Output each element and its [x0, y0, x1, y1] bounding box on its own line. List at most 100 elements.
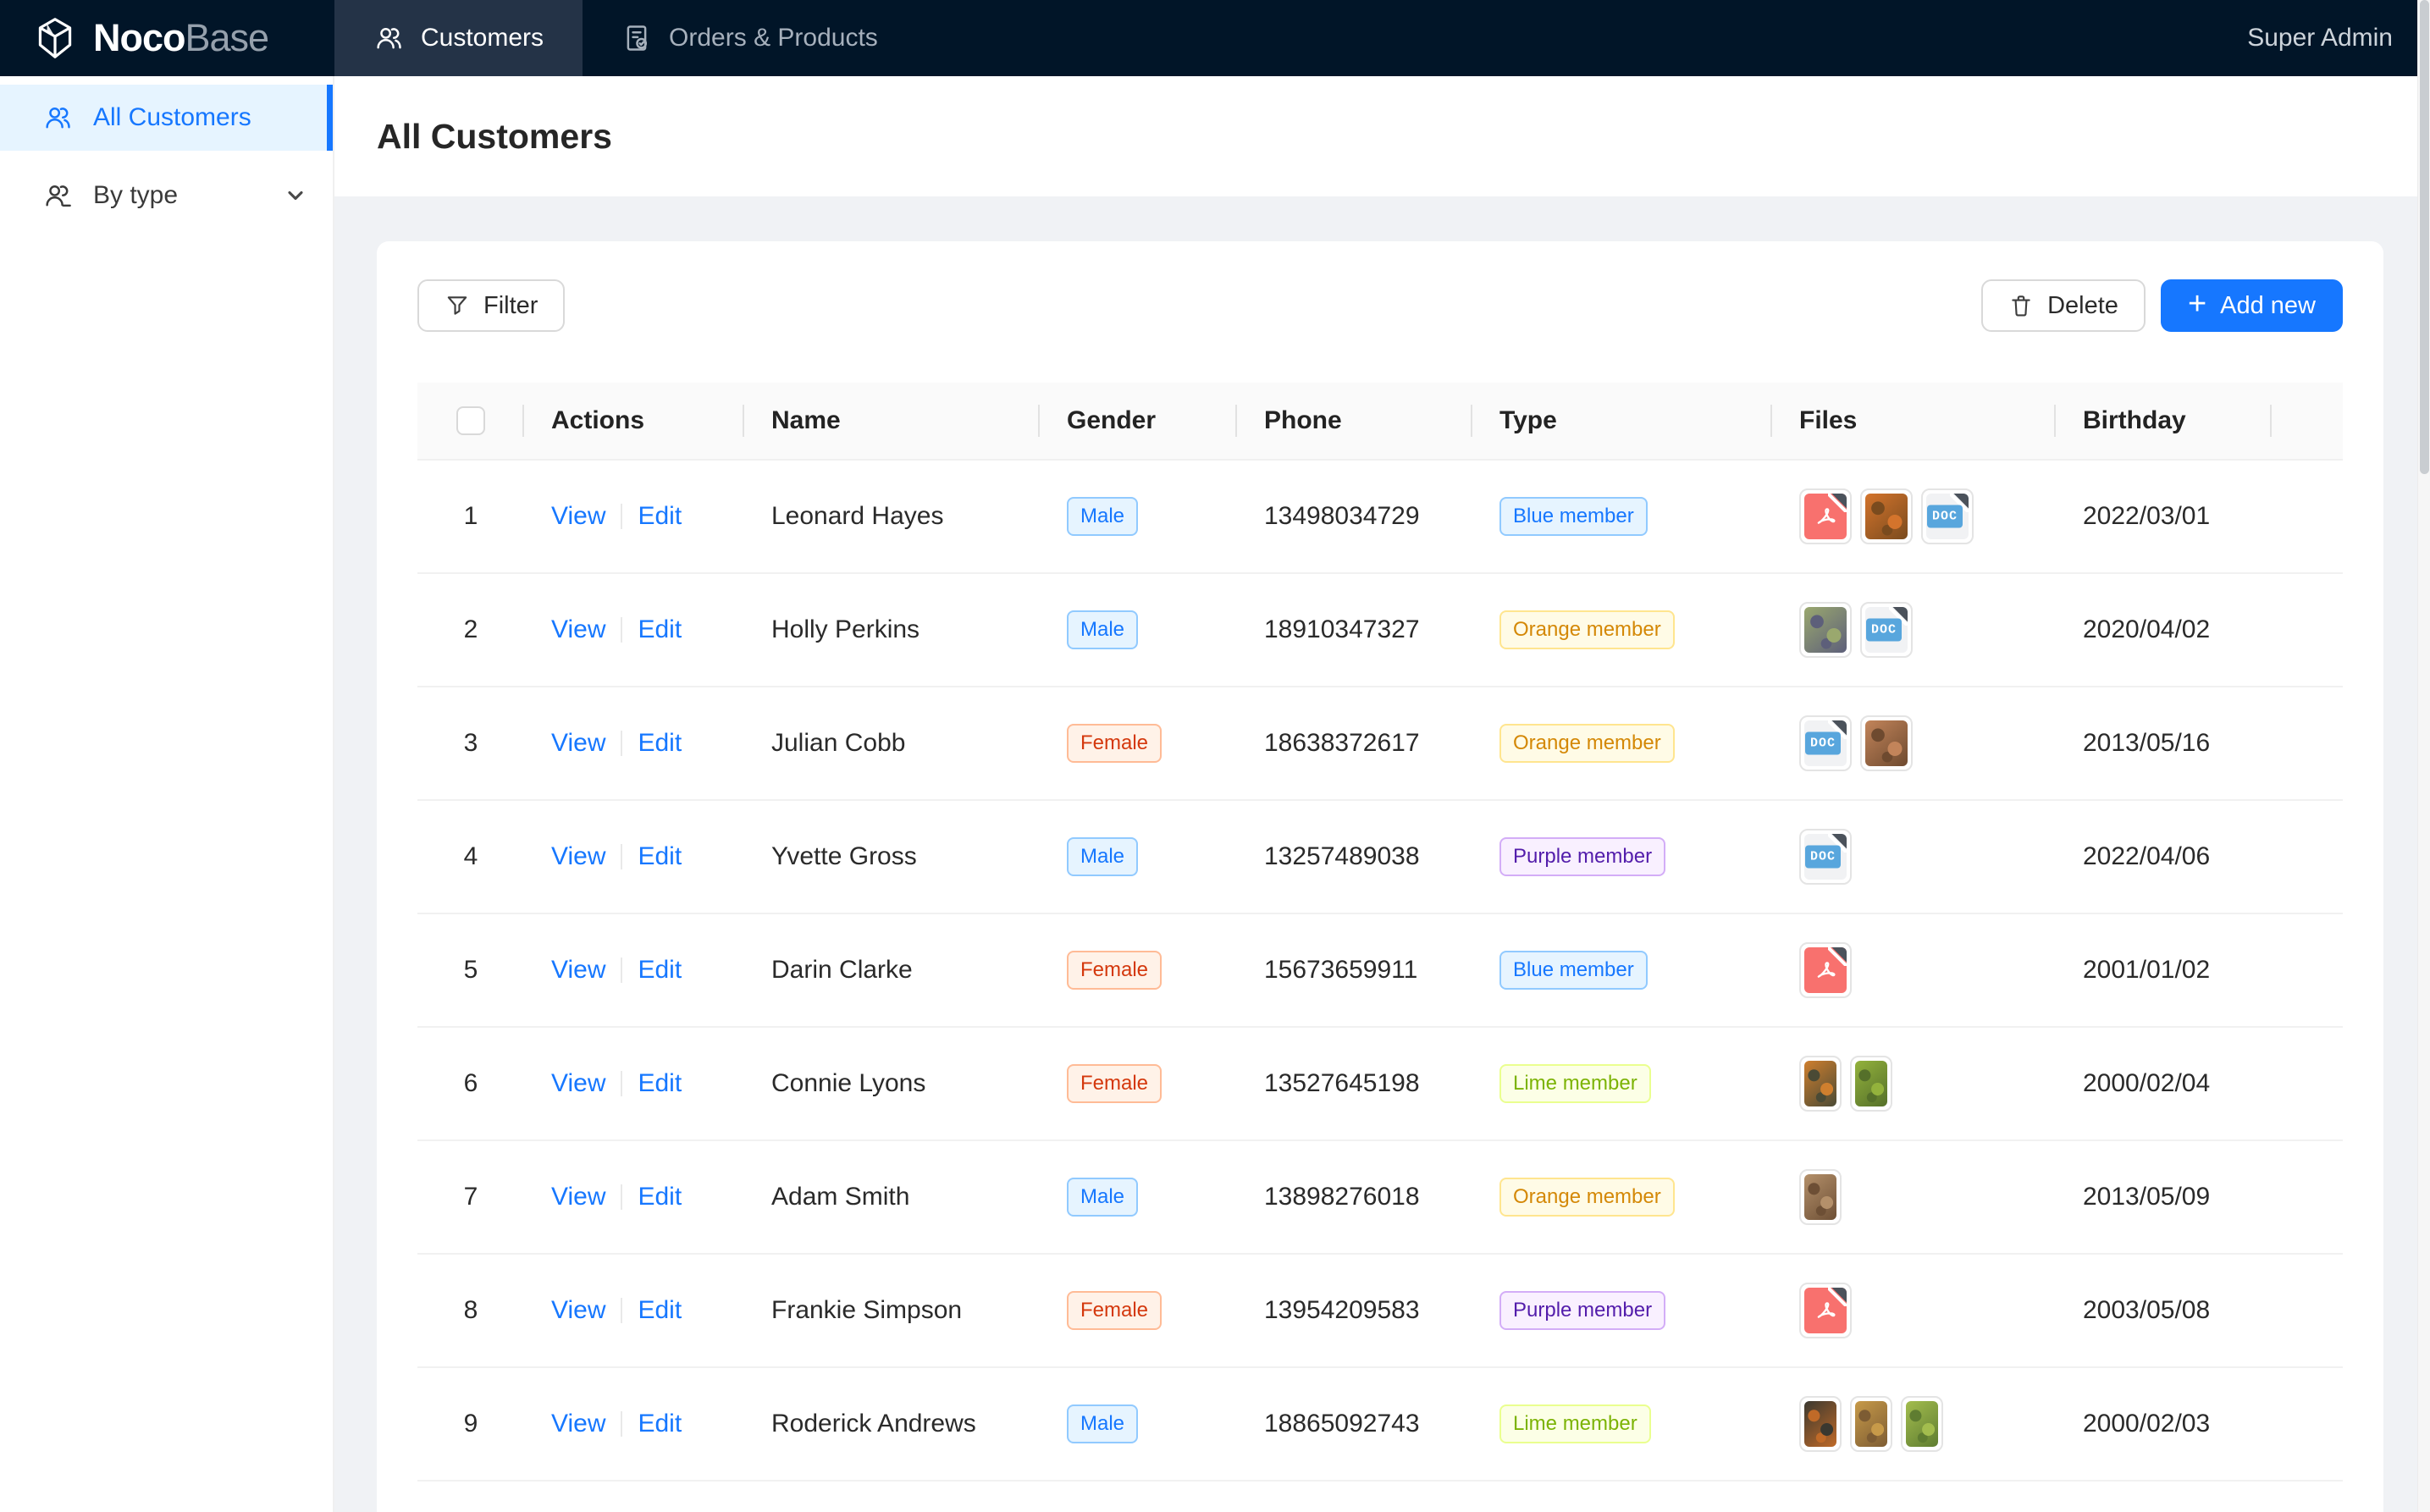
- trash-icon: [2008, 293, 2034, 318]
- image-thumbnail[interactable]: [1799, 1056, 1842, 1112]
- edit-link[interactable]: Edit: [638, 502, 682, 531]
- doc-file-icon[interactable]: DOC: [1921, 488, 1974, 544]
- image-thumbnail[interactable]: [1799, 602, 1852, 658]
- row-name-cell: Holly Perkins: [744, 615, 1040, 644]
- delete-button[interactable]: Delete: [1981, 279, 2146, 332]
- edit-link[interactable]: Edit: [638, 1069, 682, 1098]
- row-actions-cell: View Edit: [524, 729, 744, 758]
- order-check-icon: [621, 23, 652, 53]
- add-new-button[interactable]: + Add new: [2161, 279, 2343, 332]
- table-row: 9 View Edit Roderick Andrews Male 188650…: [417, 1368, 2343, 1482]
- pdf-file-icon[interactable]: [1799, 1283, 1852, 1338]
- gender-tag: Male: [1067, 497, 1138, 536]
- gender-tag: Female: [1067, 1064, 1162, 1103]
- row-gender-cell: Female: [1040, 1064, 1237, 1103]
- filter-icon: [445, 293, 470, 318]
- gender-tag: Male: [1067, 610, 1138, 649]
- column-header-type[interactable]: Type: [1472, 383, 1772, 459]
- row-index-cell: 3: [417, 729, 524, 758]
- image-thumbnail[interactable]: [1799, 1396, 1842, 1452]
- row-index-cell: 5: [417, 956, 524, 985]
- row-files-cell: [1772, 1056, 2056, 1112]
- edit-link[interactable]: Edit: [638, 1410, 682, 1438]
- image-thumbnail[interactable]: [1850, 1056, 1892, 1112]
- row-phone-cell: 13898276018: [1237, 1183, 1472, 1211]
- edit-link[interactable]: Edit: [638, 1296, 682, 1325]
- vertical-scrollbar[interactable]: [2417, 0, 2430, 1512]
- doc-file-icon[interactable]: DOC: [1860, 602, 1913, 658]
- action-divider: [621, 1411, 622, 1437]
- row-phone-cell: 13954209583: [1237, 1296, 1472, 1325]
- doc-badge: DOC: [1805, 732, 1841, 755]
- view-link[interactable]: View: [551, 842, 605, 871]
- image-thumbnail[interactable]: [1901, 1396, 1943, 1452]
- row-type-cell: Blue member: [1472, 497, 1772, 536]
- tab-label: Customers: [421, 24, 544, 52]
- gender-tag: Female: [1067, 951, 1162, 990]
- row-type-cell: Orange member: [1472, 724, 1772, 763]
- row-gender-cell: Male: [1040, 1178, 1237, 1217]
- column-header-files[interactable]: Files: [1772, 383, 2056, 459]
- row-name-cell: Leonard Hayes: [744, 502, 1040, 531]
- type-tag: Lime member: [1499, 1064, 1651, 1103]
- view-link[interactable]: View: [551, 1069, 605, 1098]
- row-phone-cell: 13498034729: [1237, 502, 1472, 531]
- select-all-checkbox[interactable]: [456, 406, 485, 435]
- column-header-birthday[interactable]: Birthday: [2056, 383, 2272, 459]
- edit-link[interactable]: Edit: [638, 1183, 682, 1211]
- action-divider: [621, 1298, 622, 1323]
- edit-link[interactable]: Edit: [638, 729, 682, 758]
- logo[interactable]: NocoBase: [0, 15, 334, 61]
- pdf-file-icon[interactable]: [1799, 942, 1852, 998]
- tab-orders-products[interactable]: Orders & Products: [583, 0, 917, 76]
- page-header: All Customers: [334, 76, 2430, 196]
- edit-link[interactable]: Edit: [638, 615, 682, 644]
- column-header-name[interactable]: Name: [744, 383, 1040, 459]
- pdf-file-icon[interactable]: [1799, 488, 1852, 544]
- usergroup-icon: [42, 180, 73, 211]
- row-name-cell: Julian Cobb: [744, 729, 1040, 758]
- doc-file-icon[interactable]: DOC: [1799, 715, 1852, 771]
- row-type-cell: Blue member: [1472, 951, 1772, 990]
- row-files-cell: [1772, 942, 2056, 998]
- row-phone-cell: 15673659911: [1237, 956, 1472, 985]
- row-phone-cell: 13527645198: [1237, 1069, 1472, 1098]
- table-row: 5 View Edit Darin Clarke Female 15673659…: [417, 914, 2343, 1028]
- image-thumbnail[interactable]: [1860, 715, 1913, 771]
- sidebar-item-by-type[interactable]: By type: [0, 163, 333, 229]
- team-icon: [42, 102, 73, 133]
- table-header-row: Actions Name Gender Phone Type Files Bir…: [417, 383, 2343, 461]
- plus-icon: +: [2188, 291, 2206, 317]
- image-thumbnail[interactable]: [1850, 1396, 1892, 1452]
- table-row: 3 View Edit Julian Cobb Female 186383726…: [417, 687, 2343, 801]
- view-link[interactable]: View: [551, 729, 605, 758]
- row-type-cell: Purple member: [1472, 1291, 1772, 1330]
- tab-customers[interactable]: Customers: [334, 0, 583, 76]
- table-row: 1 View Edit Leonard Hayes Male 134980347…: [417, 461, 2343, 574]
- view-link[interactable]: View: [551, 1410, 605, 1438]
- view-link[interactable]: View: [551, 1183, 605, 1211]
- column-header-actions[interactable]: Actions: [524, 383, 744, 459]
- scrollbar-thumb[interactable]: [2420, 0, 2429, 474]
- column-header-gender[interactable]: Gender: [1040, 383, 1237, 459]
- view-link[interactable]: View: [551, 502, 605, 531]
- image-thumbnail[interactable]: [1799, 1169, 1842, 1225]
- row-actions-cell: View Edit: [524, 842, 744, 871]
- user-menu[interactable]: Super Admin: [2247, 24, 2430, 52]
- view-link[interactable]: View: [551, 615, 605, 644]
- edit-link[interactable]: Edit: [638, 956, 682, 985]
- filter-button[interactable]: Filter: [417, 279, 565, 332]
- row-files-cell: [1772, 1396, 2056, 1452]
- sidebar-item-all-customers[interactable]: All Customers: [0, 85, 333, 151]
- image-thumbnail[interactable]: [1860, 488, 1913, 544]
- gender-tag: Male: [1067, 837, 1138, 876]
- action-divider: [621, 504, 622, 529]
- row-birthday-cell: 2003/05/08: [2056, 1296, 2272, 1325]
- view-link[interactable]: View: [551, 956, 605, 985]
- row-name-cell: Yvette Gross: [744, 842, 1040, 871]
- row-gender-cell: Female: [1040, 1291, 1237, 1330]
- column-header-phone[interactable]: Phone: [1237, 383, 1472, 459]
- edit-link[interactable]: Edit: [638, 842, 682, 871]
- doc-file-icon[interactable]: DOC: [1799, 829, 1852, 885]
- view-link[interactable]: View: [551, 1296, 605, 1325]
